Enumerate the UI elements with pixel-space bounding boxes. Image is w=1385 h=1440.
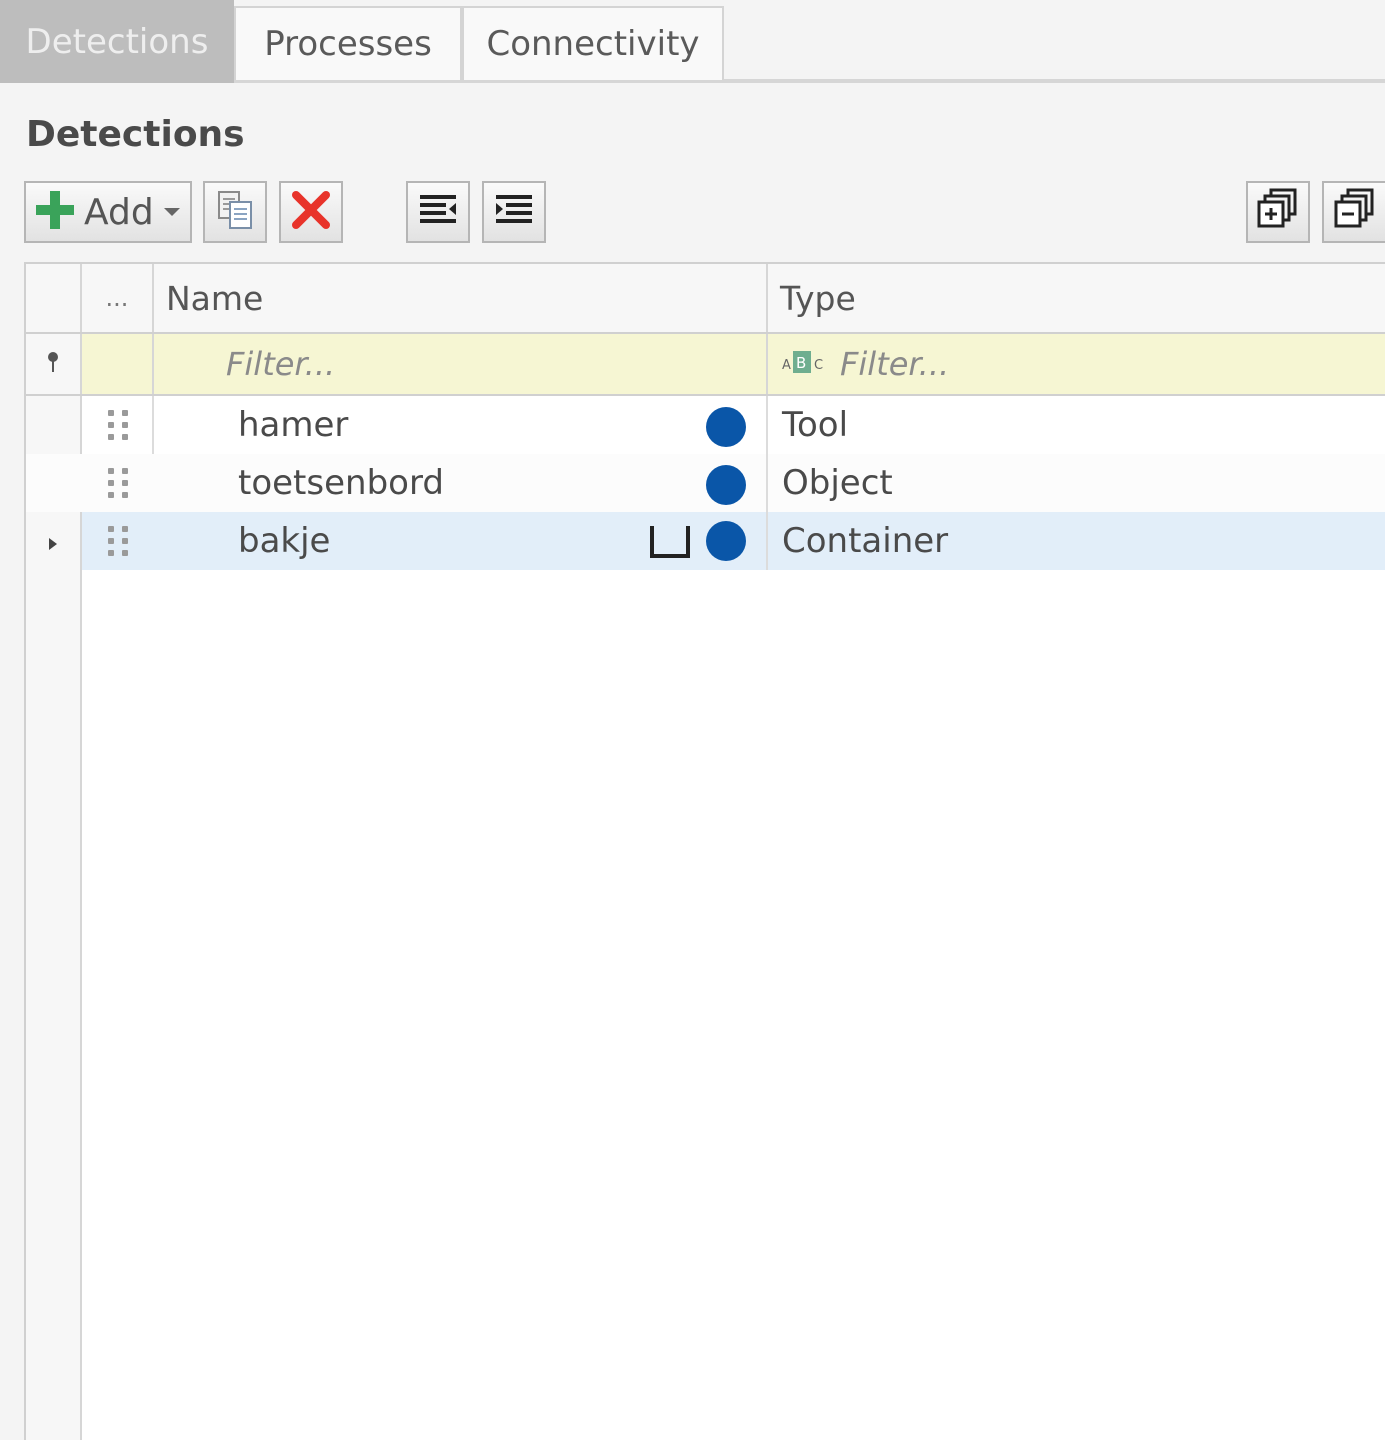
expand-toggle[interactable] xyxy=(26,512,82,570)
filter-row: Filter... A B C Filter... xyxy=(26,334,1385,396)
detections-grid: ... Name Type Filter... A B C Filter... … xyxy=(24,262,1385,1440)
type-cell[interactable]: Object xyxy=(768,454,1385,512)
type-cell[interactable]: Container xyxy=(768,512,1385,570)
svg-text:C: C xyxy=(814,358,823,373)
table-row[interactable]: hamer Tool xyxy=(26,396,1385,454)
column-header-type[interactable]: Type xyxy=(768,264,1385,332)
type-filter-placeholder: Filter... xyxy=(840,345,950,383)
row-type: Object xyxy=(782,463,893,503)
delete-button[interactable] xyxy=(279,181,343,243)
row-name: bakje xyxy=(238,521,331,561)
tab-bar: Detections Processes Connectivity xyxy=(0,0,1385,84)
name-cell[interactable]: bakje xyxy=(154,512,768,570)
delete-icon xyxy=(290,189,332,235)
svg-text:B: B xyxy=(796,354,806,372)
svg-text:A: A xyxy=(782,358,791,373)
text-filter-icon[interactable]: A B C xyxy=(782,347,828,381)
filter-drag-cell xyxy=(82,334,154,394)
grip-icon xyxy=(108,410,128,440)
tab-detections[interactable]: Detections xyxy=(0,0,234,83)
type-filter-input[interactable]: A B C Filter... xyxy=(768,334,1385,394)
drag-handle[interactable] xyxy=(82,512,154,570)
row-name: toetsenbord xyxy=(238,463,444,503)
copy-icon xyxy=(213,188,257,236)
drag-handle[interactable] xyxy=(82,454,154,512)
collapse-all-button[interactable] xyxy=(1322,181,1385,243)
column-header-extra[interactable]: ... xyxy=(82,264,154,332)
row-type: Container xyxy=(782,521,949,561)
name-cell[interactable]: hamer xyxy=(154,396,768,454)
outdent-button[interactable] xyxy=(406,181,470,243)
column-extra-label: ... xyxy=(105,284,129,312)
indent-button[interactable] xyxy=(482,181,546,243)
row-type: Tool xyxy=(782,405,849,445)
collapse-all-icon xyxy=(1332,187,1378,237)
outdent-icon xyxy=(416,192,460,232)
grip-icon xyxy=(108,468,128,498)
row-name: hamer xyxy=(238,405,349,445)
name-cell[interactable]: toetsenbord xyxy=(154,454,768,512)
name-filter-input[interactable]: Filter... xyxy=(154,334,768,394)
header-indicator-cell xyxy=(26,264,82,332)
section-title: Detections xyxy=(26,114,245,155)
type-cell[interactable]: Tool xyxy=(768,396,1385,454)
plus-icon xyxy=(34,189,76,235)
table-row[interactable]: bakje Container xyxy=(26,512,1385,570)
column-header-name[interactable]: Name xyxy=(154,264,768,332)
grip-icon xyxy=(108,526,128,556)
drag-handle[interactable] xyxy=(82,396,154,454)
indent-icon xyxy=(492,192,536,232)
expand-all-button[interactable] xyxy=(1246,181,1310,243)
chevron-right-icon xyxy=(47,521,59,561)
add-button[interactable]: Add xyxy=(24,181,192,243)
chevron-down-icon xyxy=(163,208,180,216)
grid-header: ... Name Type xyxy=(26,264,1385,334)
status-dot-icon xyxy=(706,465,746,505)
column-type-label: Type xyxy=(780,278,856,318)
copy-button[interactable] xyxy=(203,181,267,243)
expand-all-icon xyxy=(1255,187,1301,237)
name-filter-placeholder: Filter... xyxy=(226,345,336,383)
add-button-label: Add xyxy=(84,191,154,233)
pin-icon xyxy=(45,351,61,377)
container-icon xyxy=(648,524,692,569)
tab-connectivity[interactable]: Connectivity xyxy=(462,6,724,80)
filter-indicator-cell xyxy=(26,334,82,394)
column-name-label: Name xyxy=(166,278,264,318)
status-dot-icon xyxy=(706,407,746,447)
tab-processes[interactable]: Processes xyxy=(234,6,462,80)
table-row[interactable]: toetsenbord Object xyxy=(26,454,1385,512)
status-dot-icon xyxy=(706,521,746,561)
